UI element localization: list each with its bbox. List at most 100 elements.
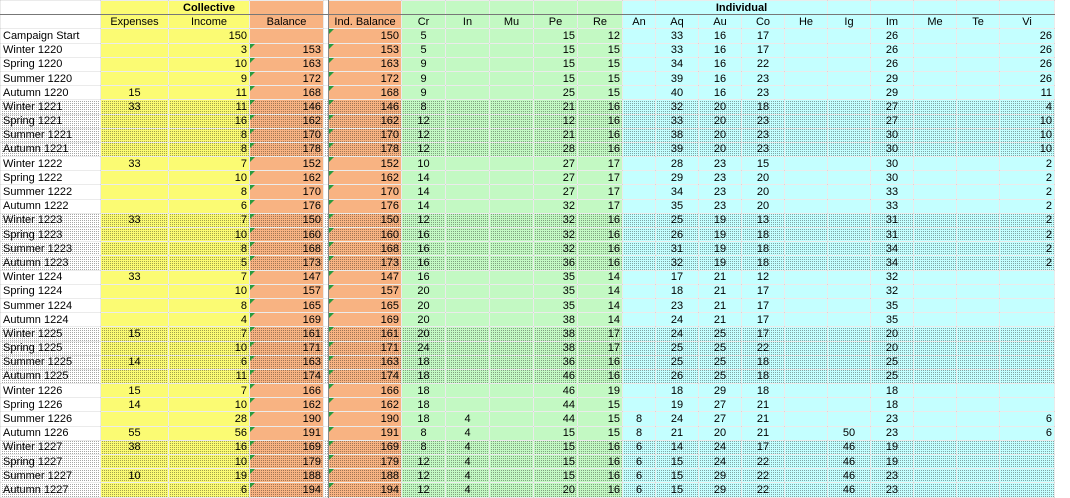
- data-cell[interactable]: 4: [445, 411, 490, 427]
- data-cell[interactable]: 18: [870, 397, 914, 413]
- data-cell[interactable]: 26: [870, 28, 914, 44]
- data-cell[interactable]: [489, 439, 534, 456]
- data-cell[interactable]: 31: [870, 212, 914, 229]
- data-cell[interactable]: 146: [328, 99, 402, 115]
- data-cell[interactable]: [999, 482, 1055, 498]
- data-cell[interactable]: [956, 411, 1000, 427]
- data-cell[interactable]: 40: [655, 85, 699, 101]
- data-cell[interactable]: [100, 184, 169, 200]
- data-cell[interactable]: 16: [577, 468, 623, 484]
- data-cell[interactable]: 16: [577, 127, 623, 143]
- data-cell[interactable]: [445, 397, 490, 413]
- data-cell[interactable]: 15: [655, 468, 699, 484]
- data-cell[interactable]: [445, 212, 490, 229]
- data-cell[interactable]: 5: [168, 255, 250, 271]
- data-cell[interactable]: 29: [870, 70, 914, 87]
- data-cell[interactable]: 17: [577, 198, 623, 214]
- data-cell[interactable]: 24: [655, 411, 699, 427]
- row-label[interactable]: Autumn 1222: [0, 198, 101, 214]
- data-cell[interactable]: [913, 212, 957, 229]
- data-cell[interactable]: 15: [100, 383, 169, 399]
- data-cell[interactable]: [956, 326, 1000, 342]
- data-cell[interactable]: 26: [655, 368, 699, 385]
- data-cell[interactable]: 15: [655, 453, 699, 470]
- data-cell[interactable]: [445, 383, 490, 399]
- data-cell[interactable]: [489, 425, 534, 441]
- data-cell[interactable]: 27: [533, 184, 578, 200]
- data-cell[interactable]: 16: [168, 439, 250, 456]
- data-cell[interactable]: [489, 297, 534, 314]
- data-cell[interactable]: [913, 156, 957, 172]
- data-cell[interactable]: [827, 127, 871, 143]
- data-cell[interactable]: 194: [328, 482, 402, 498]
- data-cell[interactable]: [784, 241, 828, 257]
- data-cell[interactable]: [622, 156, 656, 172]
- data-cell[interactable]: 179: [249, 453, 324, 470]
- data-cell[interactable]: [489, 28, 534, 44]
- data-cell[interactable]: [489, 70, 534, 87]
- data-cell[interactable]: 15: [577, 56, 623, 72]
- data-cell[interactable]: 2: [999, 156, 1055, 172]
- data-cell[interactable]: [913, 99, 957, 115]
- data-cell[interactable]: [784, 397, 828, 413]
- data-cell[interactable]: [956, 226, 1000, 243]
- data-cell[interactable]: 6: [622, 482, 656, 498]
- data-cell[interactable]: 11: [999, 85, 1055, 101]
- data-cell[interactable]: 46: [827, 468, 871, 484]
- data-cell[interactable]: 171: [328, 340, 402, 356]
- data-cell[interactable]: 18: [401, 397, 446, 413]
- data-cell[interactable]: 20: [401, 326, 446, 342]
- data-cell[interactable]: 34: [870, 255, 914, 271]
- data-cell[interactable]: [956, 56, 1000, 72]
- data-cell[interactable]: [489, 170, 534, 186]
- data-cell[interactable]: 18: [655, 383, 699, 399]
- data-cell[interactable]: [622, 368, 656, 385]
- data-cell[interactable]: 22: [741, 468, 785, 484]
- data-cell[interactable]: [489, 482, 534, 498]
- data-cell[interactable]: [784, 28, 828, 44]
- data-cell[interactable]: 18: [655, 283, 699, 299]
- data-cell[interactable]: [445, 354, 490, 370]
- data-cell[interactable]: 16: [401, 255, 446, 271]
- data-cell[interactable]: [913, 468, 957, 484]
- data-cell[interactable]: [784, 70, 828, 87]
- data-cell[interactable]: 191: [328, 425, 402, 441]
- data-cell[interactable]: 33: [655, 113, 699, 129]
- data-cell[interactable]: 29: [698, 383, 742, 399]
- data-cell[interactable]: [622, 184, 656, 200]
- data-cell[interactable]: 150: [328, 212, 402, 229]
- data-cell[interactable]: 18: [741, 226, 785, 243]
- data-cell[interactable]: [827, 212, 871, 229]
- data-cell[interactable]: 23: [870, 468, 914, 484]
- data-cell[interactable]: [999, 354, 1055, 370]
- data-cell[interactable]: [100, 340, 169, 356]
- data-cell[interactable]: 18: [401, 354, 446, 370]
- data-cell[interactable]: 33: [870, 198, 914, 214]
- data-cell[interactable]: [827, 354, 871, 370]
- data-cell[interactable]: [913, 312, 957, 328]
- data-cell[interactable]: [622, 283, 656, 299]
- data-cell[interactable]: 20: [870, 326, 914, 342]
- row-label[interactable]: Spring 1226: [0, 397, 101, 413]
- data-cell[interactable]: 162: [249, 397, 324, 413]
- data-cell[interactable]: [956, 198, 1000, 214]
- data-cell[interactable]: 8: [168, 184, 250, 200]
- row-label[interactable]: Summer 1220: [0, 70, 101, 87]
- data-cell[interactable]: [827, 312, 871, 328]
- data-cell[interactable]: 170: [328, 127, 402, 143]
- data-cell[interactable]: [999, 383, 1055, 399]
- data-cell[interactable]: 26: [870, 56, 914, 72]
- data-cell[interactable]: 2: [999, 255, 1055, 271]
- data-cell[interactable]: 17: [741, 312, 785, 328]
- col-header-vi[interactable]: Vi: [999, 14, 1055, 30]
- data-cell[interactable]: 23: [741, 127, 785, 143]
- data-cell[interactable]: [913, 411, 957, 427]
- data-cell[interactable]: [445, 283, 490, 299]
- data-cell[interactable]: [913, 198, 957, 214]
- data-cell[interactable]: 32: [533, 226, 578, 243]
- data-cell[interactable]: [445, 297, 490, 314]
- data-cell[interactable]: 23: [698, 198, 742, 214]
- row-label[interactable]: Autumn 1221: [0, 141, 101, 158]
- data-cell[interactable]: 18: [401, 411, 446, 427]
- data-cell[interactable]: [913, 340, 957, 356]
